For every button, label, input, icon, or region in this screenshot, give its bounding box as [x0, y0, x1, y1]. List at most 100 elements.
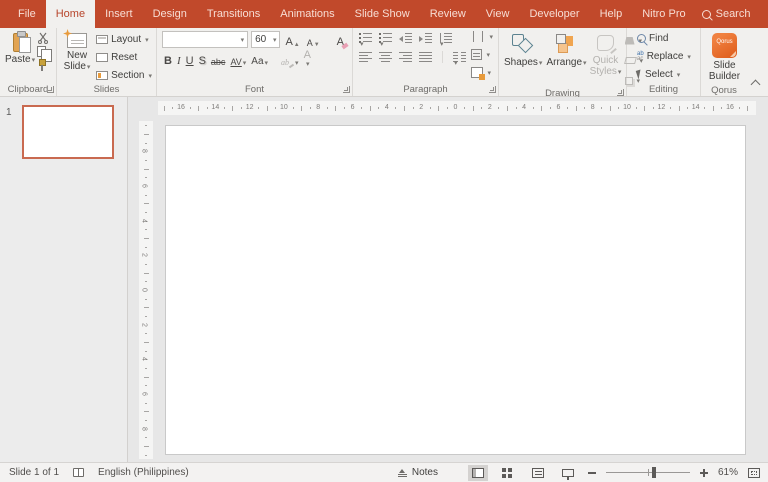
columns-button[interactable] [453, 52, 466, 62]
h-ruler-number: 4 [385, 104, 389, 111]
zoom-slider[interactable] [606, 472, 690, 473]
text-direction-button[interactable] [469, 29, 495, 44]
character-spacing-button[interactable]: AV [228, 51, 248, 67]
zoom-slider-thumb[interactable] [652, 467, 656, 478]
tab-file[interactable]: File [8, 0, 46, 28]
clear-formatting-button[interactable]: A [335, 32, 350, 48]
slides-group-label: Slides [94, 84, 120, 95]
titlebar-right: Search Share [696, 0, 768, 28]
italic-button[interactable]: I [175, 51, 183, 67]
find-button[interactable]: Find [635, 31, 698, 46]
replace-button[interactable]: abac Replace [635, 49, 698, 64]
zoom-out-button[interactable] [588, 472, 596, 474]
text-shadow-button[interactable]: S [197, 51, 208, 67]
tab-insert[interactable]: Insert [95, 0, 143, 28]
bullets-button[interactable] [359, 33, 372, 43]
increase-font-size-button[interactable]: A▲ [283, 32, 301, 48]
format-painter-icon[interactable] [37, 59, 46, 71]
tab-animations[interactable]: Animations [270, 0, 344, 28]
v-ruler-number: 4 [140, 219, 147, 223]
clipboard-dialog-launcher[interactable] [47, 86, 54, 93]
font-size-combobox[interactable]: 60 ▾ [251, 31, 280, 48]
zoom-in-button[interactable] [700, 472, 708, 474]
tab-developer[interactable]: Developer [519, 0, 589, 28]
reset-icon [96, 53, 108, 62]
search-button[interactable]: Search [696, 8, 757, 20]
reset-button[interactable]: Reset [94, 50, 154, 65]
copy-icon[interactable] [37, 46, 46, 57]
reading-view-button[interactable] [528, 465, 548, 481]
decrease-font-size-button[interactable]: A▼ [305, 32, 322, 48]
h-ruler-number: 4 [522, 104, 526, 111]
align-right-button[interactable] [399, 52, 412, 62]
spell-check-icon[interactable] [73, 468, 84, 477]
paragraph-dialog-launcher[interactable] [489, 86, 496, 93]
justify-button[interactable] [419, 52, 432, 62]
strikethrough-button[interactable]: abc [209, 51, 228, 67]
tab-transitions[interactable]: Transitions [197, 0, 270, 28]
clipboard-group-label: Clipboard [8, 84, 49, 95]
numbering-button[interactable] [379, 33, 392, 43]
align-text-button[interactable] [469, 47, 495, 62]
underline-button[interactable]: U [184, 51, 196, 67]
search-label: Search [716, 8, 751, 20]
increase-indent-button[interactable] [419, 33, 432, 43]
tab-view[interactable]: View [476, 0, 520, 28]
shapes-button[interactable]: Shapes [502, 31, 544, 88]
slide-show-button[interactable] [558, 465, 578, 481]
arrange-button[interactable]: Arrange [544, 31, 588, 88]
font-color-button[interactable]: A [302, 51, 313, 67]
editor-area: 1614121086420246810121416 864202468 [128, 97, 768, 462]
cut-icon[interactable] [37, 32, 49, 44]
slide-sorter-icon [502, 468, 513, 478]
paste-button[interactable]: Paste [3, 31, 37, 82]
v-ruler-number: 6 [140, 392, 147, 396]
drawing-dialog-launcher[interactable] [617, 89, 624, 96]
language-indicator[interactable]: English (Philippines) [98, 467, 189, 478]
vertical-ruler[interactable]: 864202468 [139, 121, 153, 459]
tab-nitro-pro[interactable]: Nitro Pro [632, 0, 695, 28]
tab-help[interactable]: Help [590, 0, 633, 28]
section-button[interactable]: Section [94, 68, 154, 83]
tab-review[interactable]: Review [420, 0, 476, 28]
align-center-button[interactable] [379, 52, 392, 62]
align-left-button[interactable] [359, 52, 372, 62]
slide-sorter-view-button[interactable] [498, 465, 518, 481]
h-ruler-number: 8 [591, 104, 595, 111]
v-ruler-number: 2 [140, 253, 147, 257]
horizontal-ruler[interactable]: 1614121086420246810121416 [158, 101, 756, 115]
notes-button[interactable]: Notes [396, 465, 440, 480]
select-button[interactable]: Select [635, 67, 698, 82]
select-cursor-icon [636, 69, 644, 79]
change-case-button[interactable]: Aa [249, 51, 270, 67]
font-dialog-launcher[interactable] [343, 86, 350, 93]
collapse-ribbon-icon[interactable] [751, 80, 761, 90]
fit-slide-to-window-button[interactable] [748, 468, 760, 478]
slide-number: 1 [6, 107, 12, 118]
normal-view-icon [472, 468, 484, 478]
font-group-label: Font [245, 84, 264, 95]
convert-to-smartart-button[interactable] [469, 65, 495, 80]
tab-design[interactable]: Design [143, 0, 197, 28]
quick-styles-button[interactable]: Quick Styles [589, 31, 623, 88]
tab-slide-show[interactable]: Slide Show [345, 0, 420, 28]
slide-thumbnail-panel: 1 [0, 97, 128, 462]
layout-button[interactable]: Layout [94, 32, 154, 47]
layout-icon [96, 35, 108, 44]
decrease-indent-button[interactable] [399, 33, 412, 43]
tab-home[interactable]: Home [46, 0, 95, 28]
bold-button[interactable]: B [162, 51, 174, 67]
line-spacing-button[interactable] [439, 33, 452, 43]
normal-view-button[interactable] [468, 465, 488, 481]
h-ruler-number: 14 [211, 104, 219, 111]
slide-thumbnail[interactable] [22, 105, 114, 159]
font-name-combobox[interactable]: ▾ [162, 31, 248, 48]
zoom-level[interactable]: 61% [718, 467, 738, 478]
slide-builder-button[interactable]: Qorus Slide Builder [704, 31, 745, 84]
slide-canvas[interactable] [165, 125, 746, 455]
h-ruler-number: 16 [177, 104, 185, 111]
powerpoint-window: FileHomeInsertDesignTransitionsAnimation… [0, 0, 768, 482]
new-slide-button[interactable]: New Slide [60, 31, 94, 83]
highlight-color-button[interactable]: ab [279, 51, 301, 67]
notes-icon [398, 469, 407, 477]
